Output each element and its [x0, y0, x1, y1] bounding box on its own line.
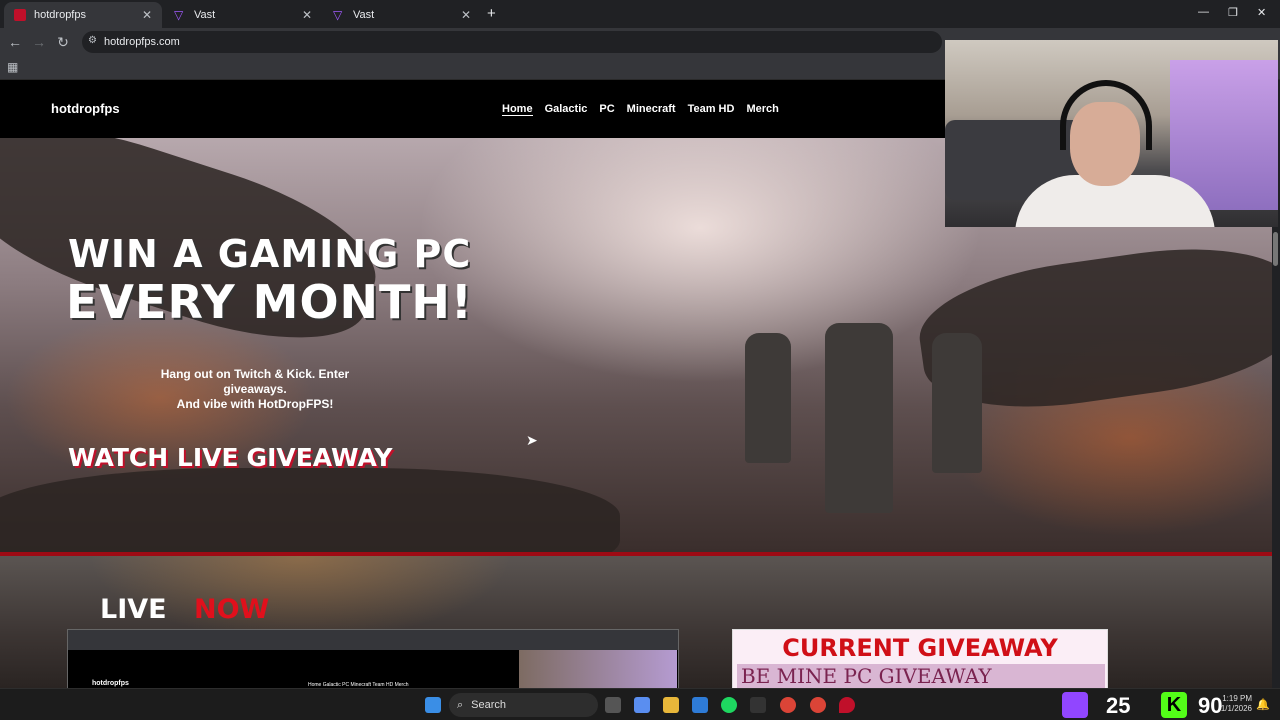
close-tab-icon[interactable]: ✕ [142, 8, 152, 22]
site-nav: Home Galactic PC Minecraft Team HD Merch [502, 103, 779, 116]
reload-icon[interactable]: ↻ [54, 34, 72, 51]
nav-galactic[interactable]: Galactic [545, 103, 588, 116]
rubble-foreground [0, 468, 620, 552]
chrome-profile-icon[interactable] [810, 697, 826, 713]
twitch-viewer-count: 25 [1106, 693, 1131, 718]
search-placeholder: Search [471, 699, 507, 711]
notification-icon[interactable]: 🔔 [1256, 698, 1270, 711]
taskbar: ⌕ Search 25 K 90 1:19 PM 1/1/2026 🔔 [0, 688, 1280, 720]
tab-vast-2[interactable]: ▽ Vast ✕ [323, 2, 481, 28]
hero-headline-line2: EVERY MONTH! [66, 275, 473, 329]
giveaway-subtitle: BE MINE PC GIVEAWAY [737, 664, 1105, 688]
twitch-icon[interactable] [1062, 692, 1088, 718]
system-clock[interactable]: 1:19 PM 1/1/2026 [1212, 694, 1252, 714]
forward-icon[interactable]: → [30, 34, 48, 50]
notepad-icon[interactable] [692, 697, 708, 713]
tab-vast-1[interactable]: ▽ Vast ✕ [164, 2, 322, 28]
start-icon[interactable] [425, 697, 441, 713]
scrollbar-thumb[interactable] [1273, 232, 1278, 266]
close-tab-icon[interactable]: ✕ [461, 8, 471, 22]
soldier-figure [825, 323, 893, 513]
minimize-icon[interactable]: — [1198, 6, 1209, 18]
clock-time: 1:19 PM [1222, 694, 1252, 703]
file-explorer-icon[interactable] [663, 697, 679, 713]
vast-favicon-icon: ▽ [333, 8, 343, 22]
url-text: hotdropfps.com [104, 36, 180, 48]
current-giveaway-card[interactable]: CURRENT GIVEAWAY BE MINE PC GIVEAWAY [732, 629, 1108, 688]
nav-minecraft[interactable]: Minecraft [627, 103, 676, 116]
new-tab-icon[interactable]: + [487, 5, 496, 22]
tab-hotdropfps[interactable]: hotdropfps ✕ [4, 2, 162, 28]
spotify-icon[interactable] [721, 697, 737, 713]
back-icon[interactable]: ← [6, 34, 24, 50]
hudfx-icon[interactable] [750, 697, 766, 713]
tab-strip: hotdropfps ✕ ▽ Vast ✕ ▽ Vast ✕ + — ❐ ✕ [0, 0, 1280, 28]
site-brand[interactable]: hotdropfps [51, 101, 120, 116]
watch-live-button[interactable]: WATCH LIVE [68, 443, 239, 472]
preview-browser-bar [68, 630, 678, 650]
hero-cta-group: WATCH LIVE GIVEAWAY [68, 443, 393, 472]
hero-tagline: Hang out on Twitch & Kick. Enter giveawa… [128, 367, 382, 412]
tab-title: Vast [194, 9, 216, 21]
stream-preview[interactable]: hotdropfps Home Galactic PC Minecraft Te… [67, 629, 679, 688]
headphones [1060, 80, 1152, 150]
nav-home[interactable]: Home [502, 103, 533, 116]
nav-merch[interactable]: Merch [746, 103, 778, 116]
giveaway-title: CURRENT GIVEAWAY [782, 634, 1058, 662]
giveaway-button[interactable]: GIVEAWAY [247, 443, 393, 472]
tagline-line2: And vibe with HotDropFPS! [176, 397, 334, 411]
task-view-icon[interactable] [605, 697, 621, 713]
maps-pin-icon[interactable] [839, 697, 855, 713]
soldier-figure [932, 333, 982, 473]
copilot-icon[interactable] [634, 697, 650, 713]
webcam-overlay [945, 40, 1278, 227]
apps-grid-icon[interactable]: ▦ [7, 60, 18, 74]
mouse-cursor-icon: ➤ [526, 432, 538, 448]
now-label: NOW [194, 594, 270, 625]
site-info-icon[interactable]: ⚙ [88, 35, 97, 46]
vast-favicon-icon: ▽ [174, 8, 184, 22]
taskbar-search[interactable]: ⌕ Search [449, 693, 598, 717]
clock-date: 1/1/2026 [1220, 704, 1252, 713]
live-label: LIVE [100, 594, 167, 625]
nav-team-hd[interactable]: Team HD [688, 103, 735, 116]
hero-headline-line1: WIN A GAMING PC [68, 232, 472, 276]
tagline-line1: Hang out on Twitch & Kick. Enter giveawa… [160, 367, 350, 396]
tab-title: hotdropfps [34, 9, 86, 21]
search-icon: ⌕ [457, 698, 464, 711]
address-bar[interactable]: ⚙ hotdropfps.com [82, 31, 942, 53]
preview-brand: hotdropfps [92, 680, 129, 687]
tab-title: Vast [353, 9, 375, 21]
site-favicon-icon [14, 9, 26, 21]
nav-pc[interactable]: PC [599, 103, 614, 116]
live-section: LIVE NOW hotdropfps Home Galactic PC Min… [0, 556, 1272, 688]
restore-icon[interactable]: ❐ [1228, 6, 1238, 19]
soldier-figure [745, 333, 791, 463]
close-window-icon[interactable]: ✕ [1257, 6, 1266, 19]
chrome-icon[interactable] [780, 697, 796, 713]
kick-icon[interactable]: K [1161, 692, 1187, 718]
close-tab-icon[interactable]: ✕ [302, 8, 312, 22]
preview-webcam [519, 650, 677, 688]
